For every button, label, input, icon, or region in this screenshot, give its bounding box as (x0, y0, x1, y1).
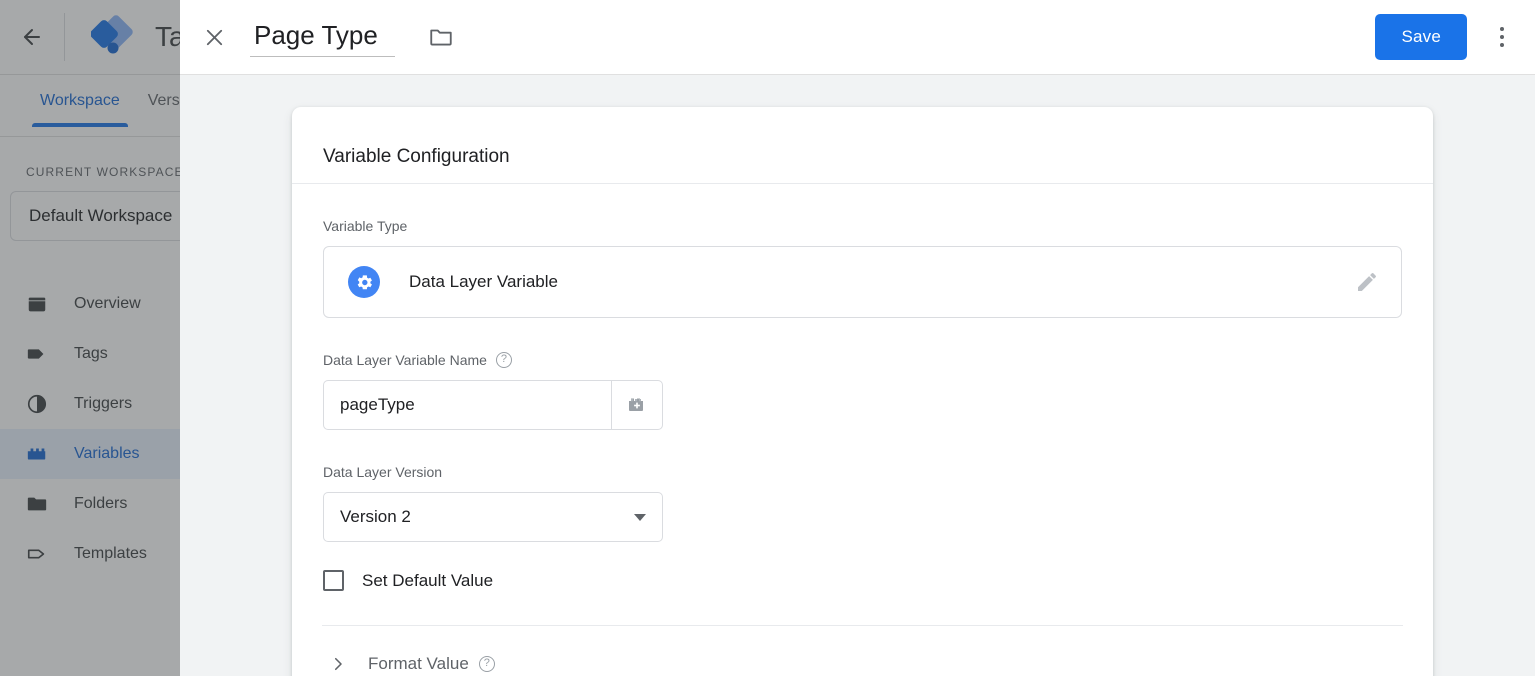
data-layer-variable-name-row (323, 380, 663, 430)
data-layer-version-value: Version 2 (340, 507, 411, 526)
set-default-value-checkbox[interactable] (323, 570, 344, 591)
modal-scrim[interactable] (0, 0, 180, 676)
variable-type-section: Variable Type Data Layer Variable (292, 184, 1433, 318)
data-layer-version-section: Data Layer Version Version 2 (292, 430, 1433, 542)
save-button[interactable]: Save (1375, 14, 1467, 60)
help-circle-icon[interactable]: ? (495, 352, 512, 368)
format-value-label: Format Value (368, 654, 469, 673)
variable-edit-panel: Save Variable Configuration Variable Typ… (180, 0, 1535, 676)
variable-configuration-card: Variable Configuration Variable Type Dat… (292, 107, 1433, 676)
close-icon[interactable] (180, 0, 248, 75)
data-layer-variable-name-input[interactable] (323, 380, 611, 430)
format-value-row[interactable]: Format Value ? (292, 626, 1433, 676)
more-vert-icon[interactable] (1489, 14, 1515, 60)
card-title: Variable Configuration (323, 146, 510, 167)
variable-type-row[interactable]: Data Layer Variable (323, 246, 1402, 318)
panel-body: Variable Configuration Variable Type Dat… (180, 75, 1535, 676)
help-circle-icon[interactable]: ? (478, 656, 495, 672)
gear-icon (348, 266, 380, 298)
panel-header: Save (180, 0, 1535, 75)
chevron-down-icon (634, 514, 646, 521)
variable-name-title-input[interactable] (250, 17, 395, 57)
data-layer-variable-name-label: Data Layer Variable Name ? (323, 352, 1402, 368)
data-layer-version-label: Data Layer Version (323, 464, 443, 480)
variable-type-name: Data Layer Variable (409, 272, 558, 291)
pencil-icon[interactable] (1355, 270, 1379, 294)
set-default-value-row[interactable]: Set Default Value (292, 542, 1433, 625)
data-layer-variable-name-section: Data Layer Variable Name ? (292, 318, 1433, 430)
set-default-value-label: Set Default Value (362, 570, 494, 590)
data-layer-version-select[interactable]: Version 2 (323, 492, 663, 542)
chevron-right-icon[interactable] (323, 655, 353, 673)
variable-type-label: Variable Type (323, 218, 408, 234)
folder-icon[interactable] (427, 23, 455, 51)
insert-variable-icon[interactable] (611, 380, 663, 430)
